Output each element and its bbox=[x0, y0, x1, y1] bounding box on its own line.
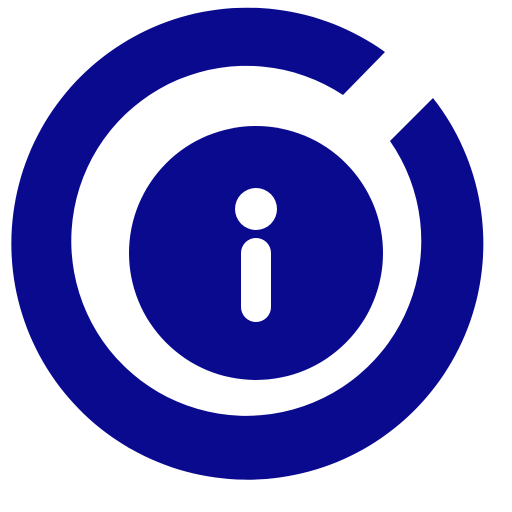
info-dot bbox=[235, 188, 277, 230]
info-logo-canvas bbox=[0, 0, 512, 512]
info-stem bbox=[241, 238, 271, 322]
info-icon bbox=[11, 7, 484, 480]
